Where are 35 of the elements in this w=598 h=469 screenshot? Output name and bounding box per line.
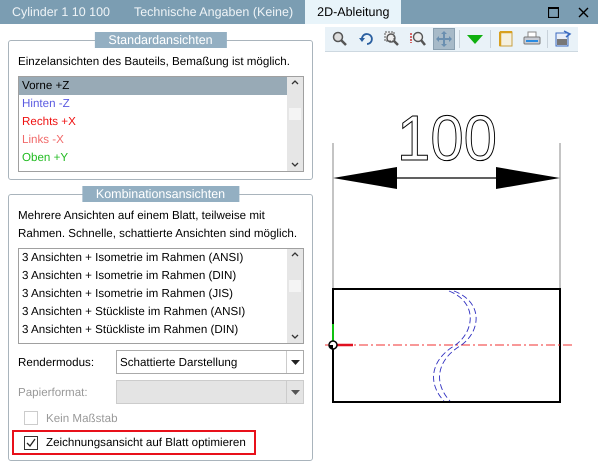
checkbox[interactable]: Zeichnungsansicht auf Blatt optimieren	[14, 432, 254, 453]
list-item[interactable]: 3 Ansichten + Stückliste im Rahmen (ANSI)	[19, 303, 287, 321]
group-title: Kombinationsansichten	[82, 186, 240, 202]
list-item[interactable]: Hinten -Z	[19, 95, 287, 113]
list-item[interactable]: Vorne +Z	[19, 77, 287, 95]
list-item[interactable]: Rechts +X	[19, 113, 287, 131]
group-title: Standardansichten	[94, 32, 227, 48]
field-label: Rendermodus:	[18, 356, 96, 368]
close-icon[interactable]	[578, 6, 588, 18]
tab[interactable]: 2D-Ableitung	[305, 0, 402, 24]
field-label: Papierformat:	[18, 386, 89, 398]
list-item[interactable]: 3 Ansichten + Isometrie im Rahmen (ANSI)	[19, 249, 287, 267]
description: Mehrere Ansichten auf einem Blatt, teilweise mit Rahmen. Schnelle, schattierte Ansichten sind möglich.	[18, 208, 298, 242]
undo-icon	[358, 31, 374, 47]
origin-axes-icon	[328, 324, 353, 350]
scrollbar[interactable]	[287, 77, 303, 171]
list-item[interactable]: 3 Ansichten + Isometrie im Rahmen (DIN)	[19, 267, 287, 285]
dimension-text: 100	[397, 102, 504, 174]
move-arrows-icon	[436, 31, 452, 47]
caret-icon	[290, 360, 300, 364]
description: Einzelansichten des Bauteils, Bemaßung ist möglich.	[18, 54, 291, 70]
maximize-icon[interactable]	[548, 6, 558, 18]
caret-icon	[290, 390, 300, 394]
zoom-icon	[332, 31, 348, 47]
triangle-down-icon	[467, 33, 483, 45]
zoom-fit-icon	[410, 31, 426, 47]
export-icon	[554, 30, 572, 48]
list-item[interactable]: 3 Ansichten + Stückliste im Rahmen (DIN)	[19, 321, 287, 339]
dropdown[interactable]: Schattierte Darstellung	[116, 350, 304, 374]
printer-icon	[523, 31, 541, 47]
list-item[interactable]: 3 Ansichten + Isometrie im Rahmen (JIS)	[19, 285, 287, 303]
sheet-icon	[499, 31, 513, 47]
check-icon	[26, 438, 36, 448]
scrollbar[interactable]	[287, 249, 303, 343]
zoom-box-icon	[384, 31, 400, 47]
